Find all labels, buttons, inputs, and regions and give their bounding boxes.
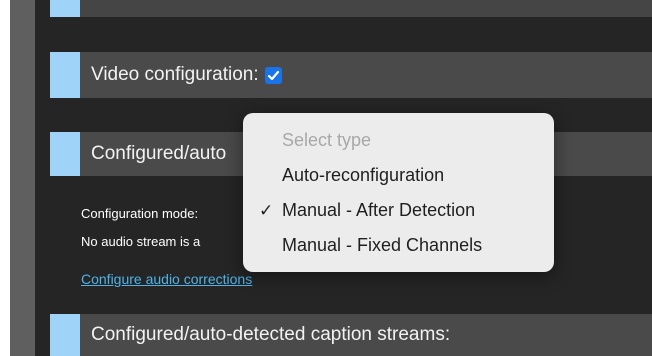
section-accent bbox=[50, 314, 80, 356]
dropdown-option-manual-after-detection[interactable]: ✓ Manual - After Detection bbox=[243, 197, 554, 232]
no-audio-stream-text: No audio stream is a bbox=[81, 234, 201, 249]
dropdown-option-label: Manual - After Detection bbox=[282, 200, 476, 220]
dropdown-option-manual-fixed-channels[interactable]: Manual - Fixed Channels bbox=[243, 232, 554, 267]
configuration-mode-label: Configuration mode: bbox=[81, 206, 199, 221]
dropdown-option-auto-reconfiguration[interactable]: Auto-reconfiguration bbox=[243, 162, 554, 197]
audio-streams-title: Configured/auto bbox=[91, 143, 227, 164]
select-type-dropdown[interactable]: Select type Auto-reconfiguration ✓ Manua… bbox=[243, 113, 554, 272]
selected-check-icon: ✓ bbox=[259, 201, 274, 220]
dropdown-option-label: Auto-reconfiguration bbox=[282, 165, 445, 185]
dropdown-placeholder: Select type bbox=[282, 130, 372, 150]
dropdown-option-label: Manual - Fixed Channels bbox=[282, 235, 483, 255]
section-accent bbox=[50, 132, 80, 176]
left-gutter bbox=[10, 0, 35, 356]
configure-audio-corrections-link[interactable]: Configure audio corrections bbox=[81, 271, 252, 287]
section-accent bbox=[50, 0, 80, 17]
checkmark-icon bbox=[267, 70, 279, 80]
left-margin bbox=[0, 0, 10, 356]
section-header-caption: Configured/auto-detected caption streams… bbox=[50, 314, 652, 356]
section-header-top bbox=[50, 0, 652, 17]
video-configuration-label: Video configuration: bbox=[91, 64, 259, 85]
video-configuration-checkbox[interactable] bbox=[264, 66, 282, 84]
section-header-video: Video configuration: bbox=[50, 52, 652, 98]
section-accent bbox=[50, 52, 80, 98]
caption-streams-title: Configured/auto-detected caption streams… bbox=[91, 324, 451, 345]
